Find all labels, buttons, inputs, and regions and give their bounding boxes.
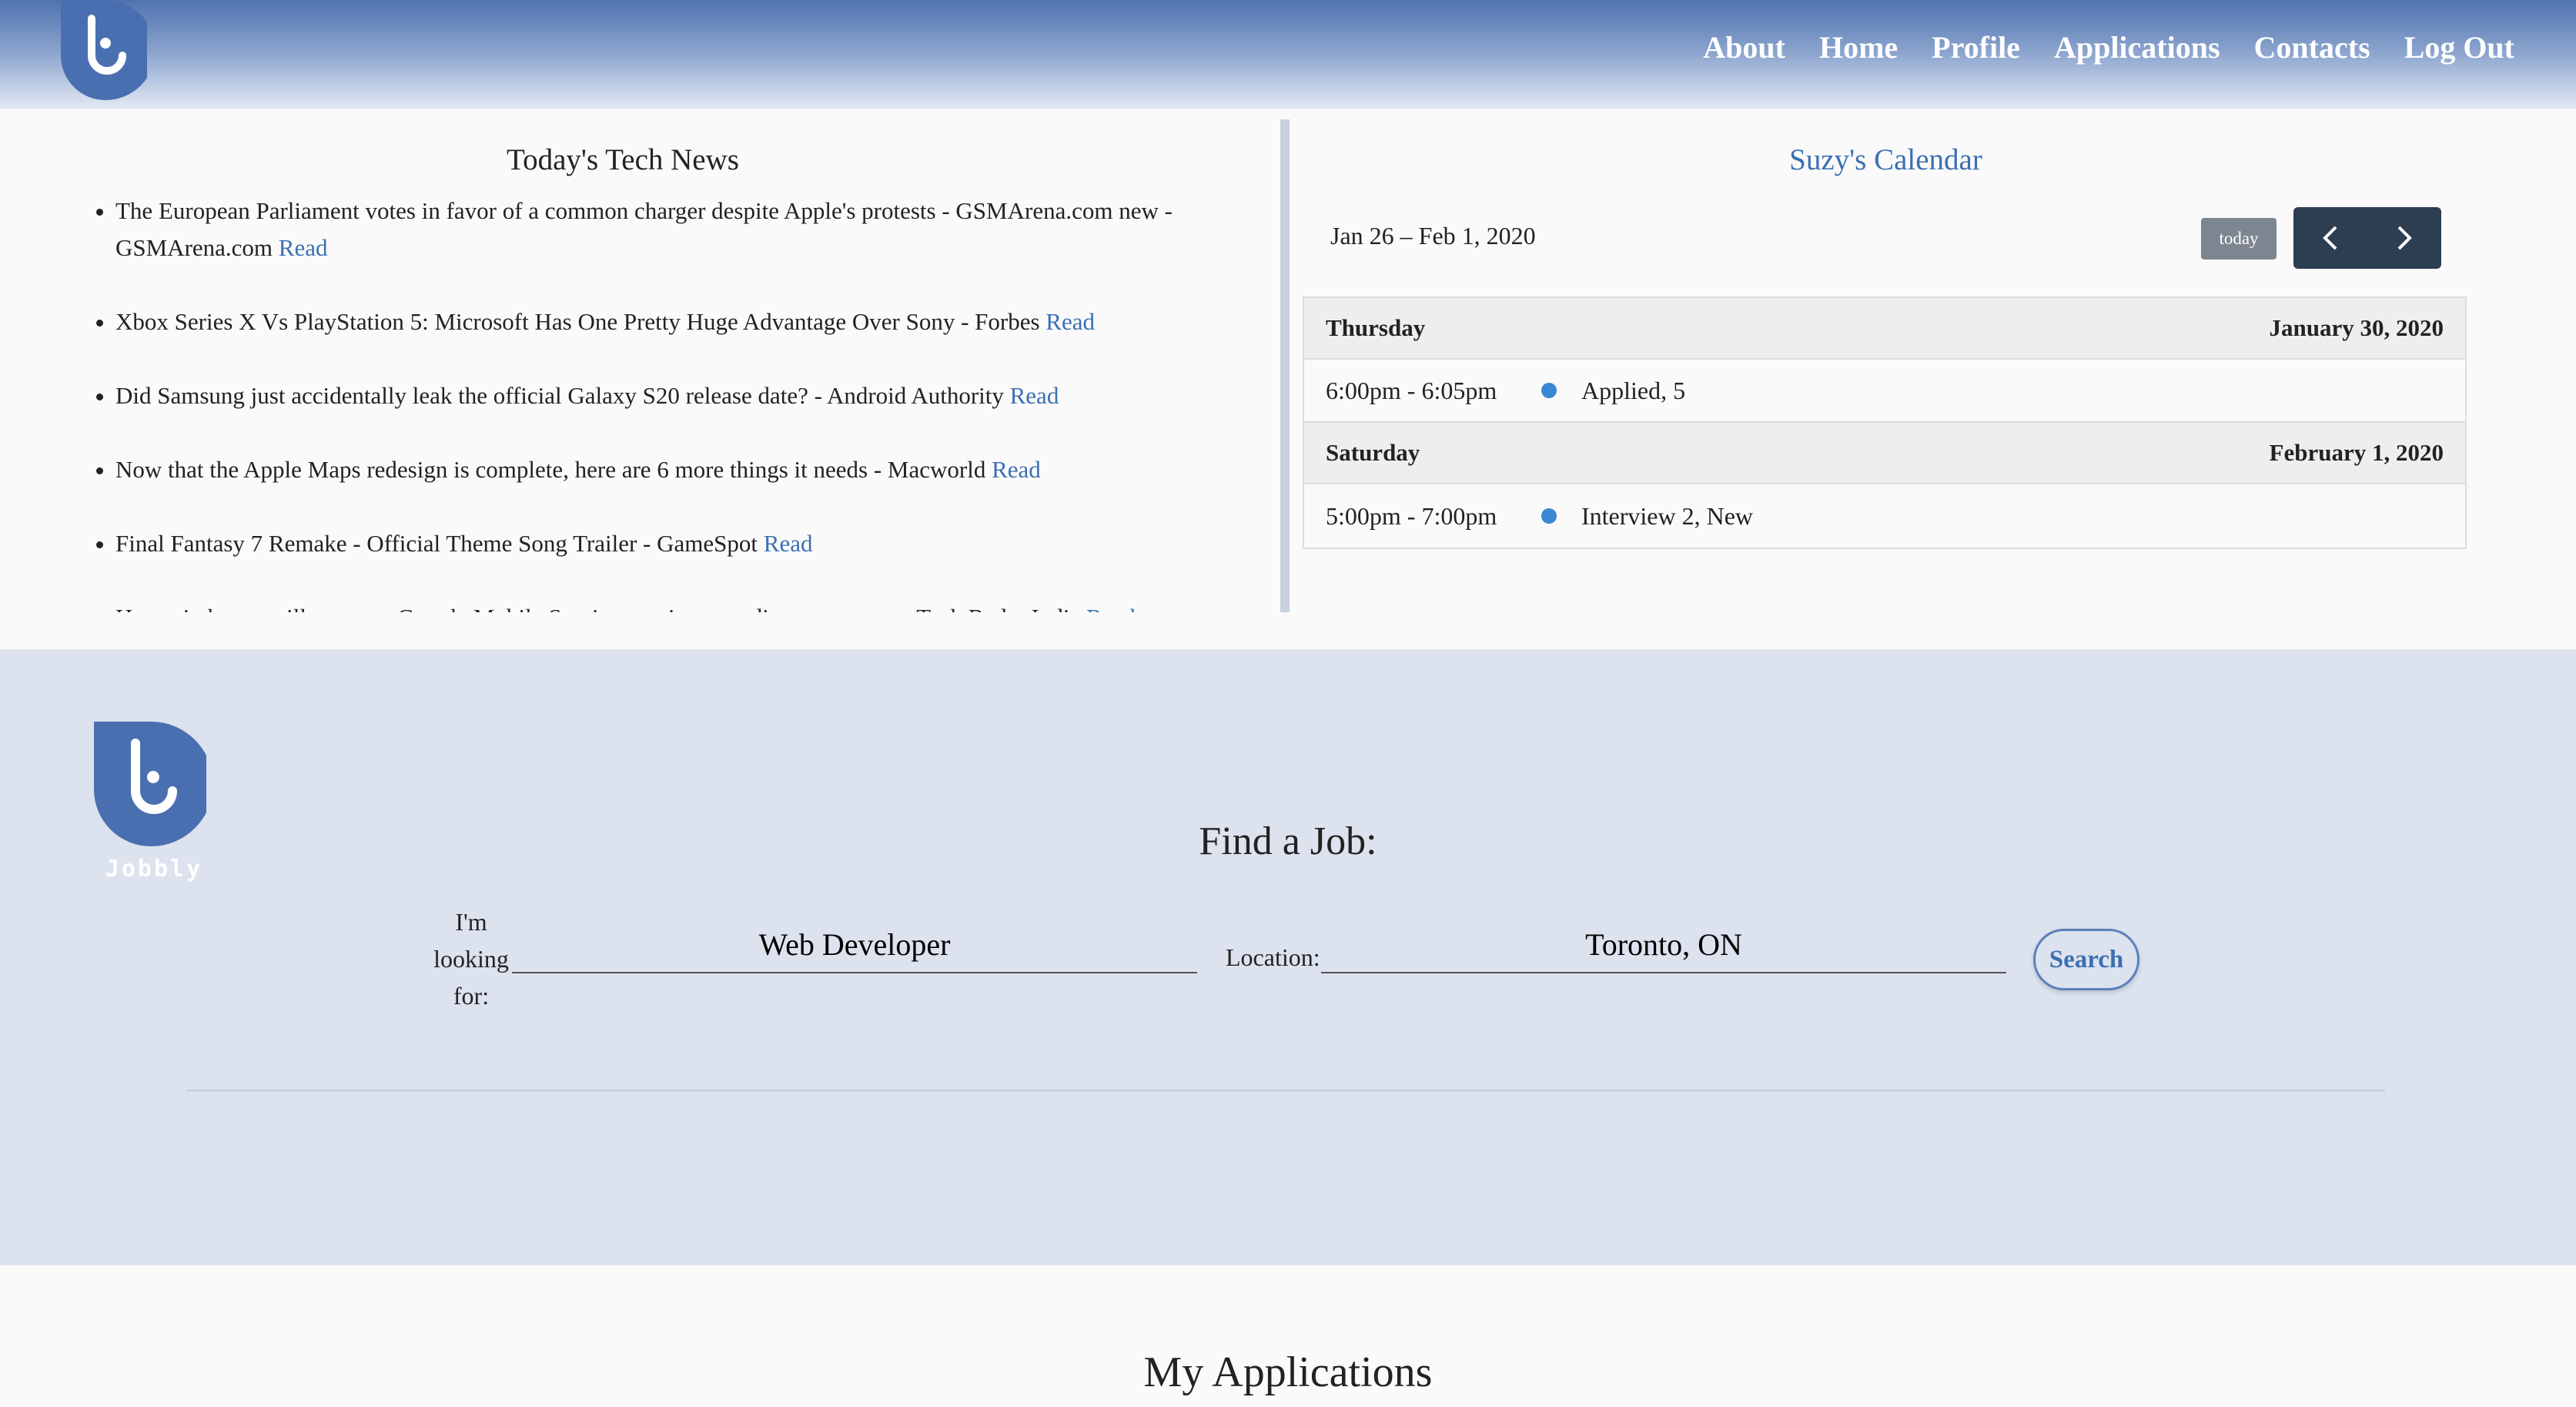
job-title-input[interactable] [512,916,1197,973]
news-scrollbar[interactable] [1280,119,1290,612]
nav-home[interactable]: Home [1819,29,1898,65]
nav-logout[interactable]: Log Out [2404,29,2514,65]
location-label: Location: [1226,943,1320,971]
read-link[interactable]: Read [1010,382,1059,409]
chevron-right-icon [2397,226,2412,250]
looking-for-label: I'm looking for: [433,908,509,1010]
read-link[interactable]: Read [764,530,813,557]
news-item: Final Fantasy 7 Remake - Official Theme … [115,525,1232,562]
nav-contacts[interactable]: Contacts [2254,29,2370,65]
read-link[interactable]: Read [279,234,328,261]
nav-profile[interactable]: Profile [1932,29,2020,65]
calendar-event[interactable]: 5:00pm - 7:00pm Interview 2, New [1304,484,2465,548]
read-link[interactable]: Read [1086,604,1136,612]
calendar-range: Jan 26 – Feb 1, 2020 [1330,222,1536,250]
news-item: Did Samsung just accidentally leak the o… [115,377,1232,414]
tech-news-panel[interactable]: Today's Tech News The European Parliamen… [0,119,1278,612]
today-button[interactable]: today [2201,218,2277,260]
read-link[interactable]: Read [1045,308,1095,335]
news-item: Xbox Series X Vs PlayStation 5: Microsof… [115,303,1232,340]
calendar-panel: Suzy's Calendar Jan 26 – Feb 1, 2020 tod… [1303,119,2469,581]
next-week-button[interactable] [2367,207,2441,269]
nav-about[interactable]: About [1703,29,1785,65]
calendar-day-header: Saturday February 1, 2020 [1304,423,2465,484]
calendar-title: Suzy's Calendar [1789,143,1982,176]
calendar-event[interactable]: 6:00pm - 6:05pm Applied, 5 [1304,360,2465,423]
event-dot-icon [1541,383,1557,398]
calendar-list: Thursday January 30, 2020 6:00pm - 6:05p… [1303,296,2467,549]
calendar-nav-group [2293,207,2441,269]
news-item: Huawei phones will now run Google Mobile… [115,599,1232,612]
nav-applications[interactable]: Applications [2054,29,2220,65]
find-job-section: Jobbly Find a Job: I'm looking for: Loca… [0,649,2576,1265]
jobbly-logo-icon[interactable] [58,0,147,102]
event-dot-icon [1541,508,1557,524]
news-item: Now that the Apple Maps redesign is comp… [115,451,1232,488]
news-item: The European Parliament votes in favor o… [115,193,1232,266]
news-list: The European Parliament votes in favor o… [83,193,1232,612]
header: About Home Profile Applications Contacts… [0,0,2576,109]
chevron-left-icon [2323,226,2337,250]
prev-week-button[interactable] [2293,207,2367,269]
find-job-title: Find a Job: [1199,819,1377,863]
my-applications-title: My Applications [1143,1348,1433,1396]
search-button[interactable]: Search [2033,929,2139,990]
location-input[interactable] [1321,916,2006,973]
divider [186,1090,2385,1091]
calendar-day-header: Thursday January 30, 2020 [1304,298,2465,360]
main-nav: About Home Profile Applications Contacts… [1703,29,2514,65]
read-link[interactable]: Read [992,456,1041,483]
news-title: Today's Tech News [507,143,739,176]
